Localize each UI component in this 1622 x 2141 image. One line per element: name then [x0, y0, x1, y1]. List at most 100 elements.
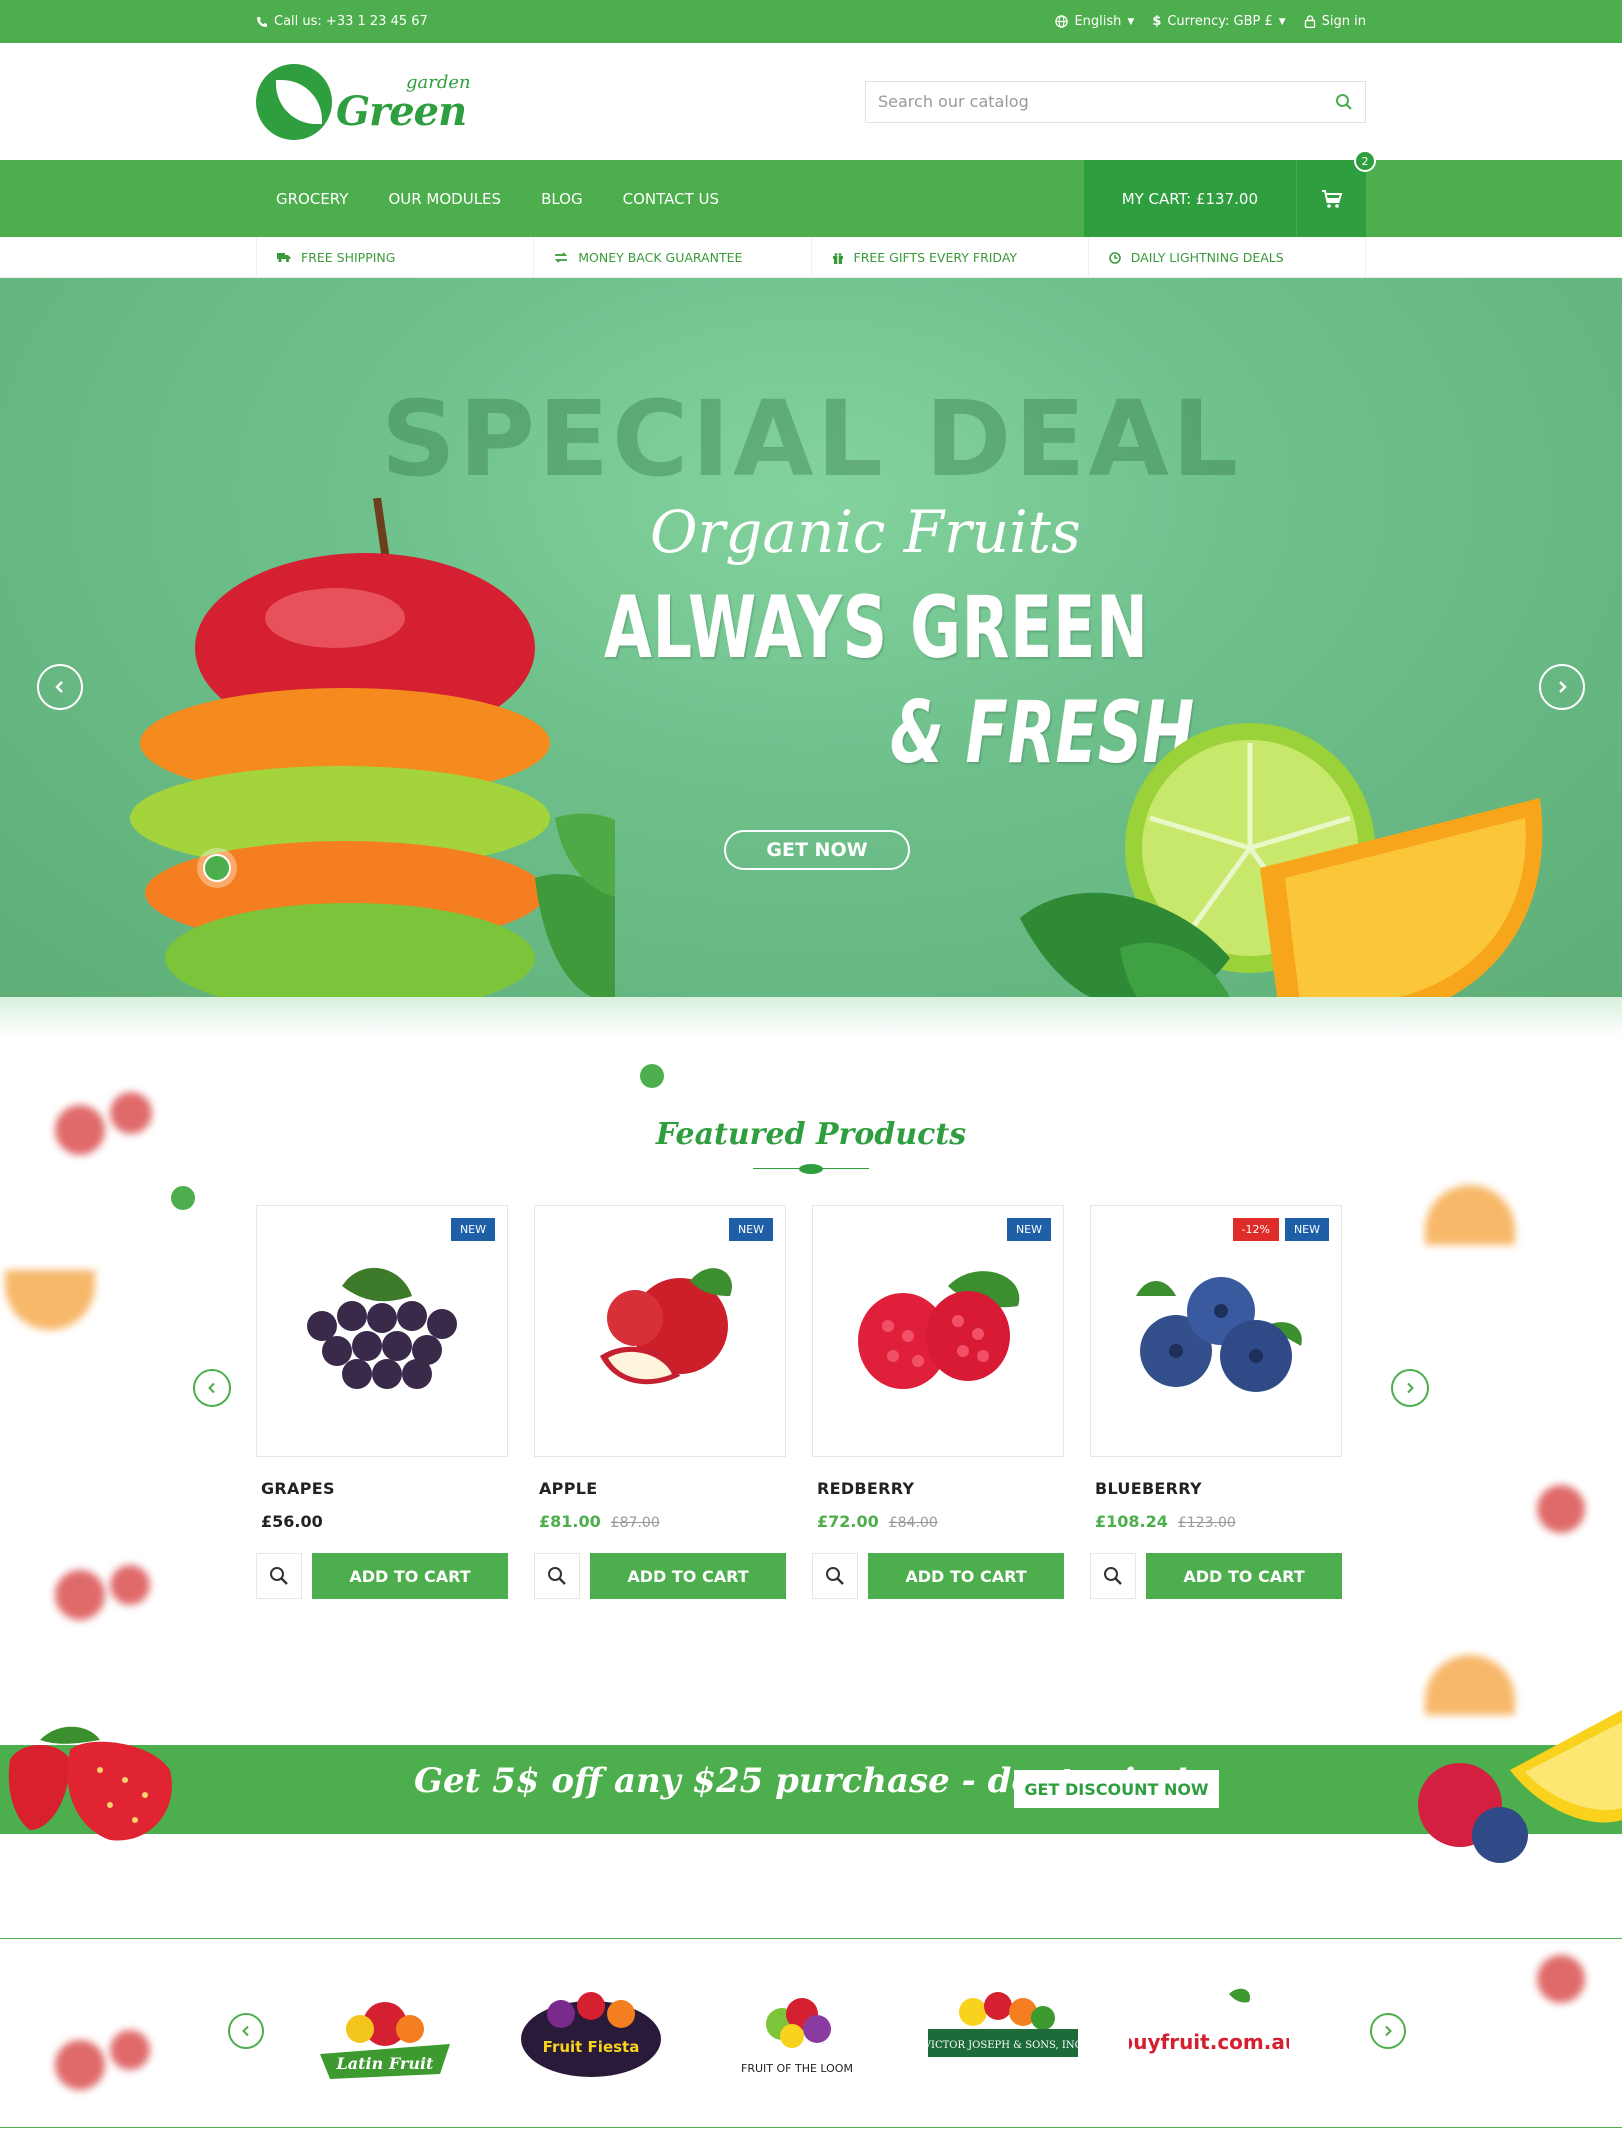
hero-bottom-fade: [0, 997, 1622, 1037]
chevron-right-icon: [1407, 1382, 1414, 1394]
brand-logo-victor-joseph[interactable]: VICTOR JOSEPH & SONS, INC: [923, 1979, 1083, 2089]
chevron-left-icon: [242, 2025, 249, 2037]
search-icon[interactable]: [1335, 93, 1353, 111]
brands-prev-button[interactable]: [228, 2013, 264, 2049]
product-price: £81.00: [539, 1512, 601, 1531]
hotspot-orange-icon[interactable]: [632, 1056, 672, 1096]
product-card: NEW REDBERRY £72.00 £84.00 ADD TO CART: [812, 1205, 1064, 1599]
raspberry-image: [858, 1271, 1020, 1389]
add-to-cart-button[interactable]: ADD TO CART: [590, 1553, 786, 1599]
products-next-button[interactable]: [1391, 1369, 1429, 1407]
product-actions: ADD TO CART: [256, 1553, 508, 1599]
hero-slider: SPECIAL DEAL Organic Fruits ALWAYS GREEN…: [0, 278, 1622, 1218]
product-list: NEW GRAPES £56.00 ADD TO CART NEW APPLE …: [256, 1205, 1342, 1599]
site-logo[interactable]: garden Green: [256, 62, 471, 142]
nav-item-our-modules[interactable]: OUR MODULES: [368, 190, 521, 208]
feature-daily-deals: DAILY LIGHTNING DEALS: [1089, 237, 1366, 278]
discount-badge: -12%: [1232, 1218, 1279, 1241]
new-badge: NEW: [450, 1218, 495, 1241]
cherry-decoration: [110, 1565, 150, 1605]
brand-logo-fruit-of-the-loom[interactable]: FRUIT OF THE LOOM: [717, 1979, 877, 2089]
product-actions: ADD TO CART: [534, 1553, 786, 1599]
products-prev-button[interactable]: [193, 1369, 231, 1407]
add-to-cart-button[interactable]: ADD TO CART: [1146, 1553, 1342, 1599]
currency-selector[interactable]: $ Currency: GBP £ ▼: [1152, 14, 1285, 29]
product-actions: ADD TO CART: [1090, 1553, 1342, 1599]
nav-item-grocery[interactable]: GROCERY: [256, 190, 368, 208]
hero-headline-1: ALWAYS GREEN: [604, 578, 1149, 678]
brand-logo-latin-fruit[interactable]: Latin Fruit: [305, 1979, 465, 2089]
grapes-image: [307, 1267, 457, 1389]
berries-lemon-image: [1418, 1710, 1622, 1863]
hotspot-lime-icon[interactable]: [163, 1178, 203, 1218]
brand-text: VICTOR JOSEPH & SONS, INC: [923, 2040, 1083, 2051]
product-image[interactable]: NEW: [812, 1205, 1064, 1457]
cart-total: MY CART: £137.00: [1121, 189, 1258, 208]
product-image[interactable]: NEW: [256, 1205, 508, 1457]
cart-button[interactable]: MY CART: £137.00 2: [1083, 150, 1376, 237]
product-name[interactable]: APPLE: [539, 1479, 786, 1498]
clock-icon: [1108, 251, 1121, 264]
product-badges: -12% NEW: [1232, 1218, 1329, 1241]
product-name[interactable]: REDBERRY: [817, 1479, 1064, 1498]
brand-text: Latin Fruit: [336, 2054, 435, 2073]
quick-view-button[interactable]: [534, 1553, 580, 1599]
brand-text: Fruit Fiesta: [543, 2038, 640, 2056]
site-header: garden Green Search our catalog: [0, 43, 1622, 160]
brand-logo-buyfruit[interactable]: buyfruit.com.au: [1129, 1979, 1289, 2089]
brand-text: FRUIT OF THE LOOM: [741, 2062, 853, 2075]
product-name[interactable]: BLUEBERRY: [1095, 1479, 1342, 1498]
cherry-decoration: [55, 1105, 105, 1155]
chevron-left-icon: [55, 681, 63, 693]
quick-view-button[interactable]: [1090, 1553, 1136, 1599]
quick-view-button[interactable]: [812, 1553, 858, 1599]
product-price-row: £72.00 £84.00: [817, 1512, 1064, 1531]
product-card: NEW APPLE £81.00 £87.00 ADD TO CART: [534, 1205, 786, 1599]
feature-label: FREE GIFTS EVERY FRIDAY: [853, 250, 1018, 265]
exchange-icon: [555, 252, 568, 263]
product-badges: NEW: [1006, 1218, 1051, 1241]
cherry-decoration: [55, 1570, 105, 1620]
hero-deal-text: SPECIAL DEAL: [380, 378, 1242, 500]
add-to-cart-button[interactable]: ADD TO CART: [868, 1553, 1064, 1599]
logo-wordmark: garden Green: [336, 66, 471, 136]
brands-next-button[interactable]: [1370, 2013, 1406, 2049]
hero-prev-button[interactable]: [37, 664, 83, 710]
phone-text: Call us: +33 1 23 45 67: [274, 14, 428, 29]
search-input[interactable]: Search our catalog: [865, 80, 1366, 123]
featured-products-title: Featured Products: [655, 1117, 967, 1152]
chevron-down-icon: ▼: [1127, 16, 1135, 27]
add-to-cart-button[interactable]: ADD TO CART: [312, 1553, 508, 1599]
phone-info[interactable]: Call us: +33 1 23 45 67: [256, 14, 428, 29]
get-now-button[interactable]: GET NOW: [724, 830, 910, 870]
stacked-fruit-image: [130, 498, 615, 1013]
promo-banner: Get 5$ off any $25 purchase - dont miss!…: [0, 1745, 1622, 1834]
quick-view-button[interactable]: [256, 1553, 302, 1599]
new-badge: NEW: [1284, 1218, 1329, 1241]
sign-in-link[interactable]: Sign in: [1304, 14, 1366, 29]
hotspot-apple-icon[interactable]: [197, 848, 237, 888]
nav-item-contact-us[interactable]: CONTACT US: [603, 190, 739, 208]
chevron-left-icon: [208, 1382, 215, 1394]
logo-leaf-icon: [256, 63, 332, 140]
feature-label: FREE SHIPPING: [301, 250, 396, 265]
new-badge: NEW: [728, 1218, 773, 1241]
brand-logo-fruit-fiesta[interactable]: Fruit Fiesta: [511, 1979, 671, 2089]
cart-count-badge: 2: [1354, 150, 1376, 172]
product-price: £72.00: [817, 1512, 879, 1531]
get-discount-button[interactable]: GET DISCOUNT NOW: [1014, 1770, 1219, 1808]
product-image[interactable]: -12% NEW: [1090, 1205, 1342, 1457]
hero-next-button[interactable]: [1539, 664, 1585, 710]
product-price: £108.24: [1095, 1512, 1168, 1531]
product-old-price: £87.00: [610, 1515, 660, 1531]
product-price-row: £108.24 £123.00: [1095, 1512, 1342, 1531]
nav-item-blog[interactable]: BLOG: [521, 190, 603, 208]
product-name[interactable]: GRAPES: [261, 1479, 508, 1498]
product-image[interactable]: NEW: [534, 1205, 786, 1457]
title-divider: [753, 1163, 869, 1175]
blueberry-image: [1136, 1277, 1302, 1392]
main-nav: GROCERY OUR MODULES BLOG CONTACT US MY C…: [0, 150, 1622, 237]
strawberry-image: [8, 1726, 172, 1841]
language-selector[interactable]: English ▼: [1055, 14, 1134, 29]
brands-carousel: Latin Fruit Fruit Fiesta FRUIT OF THE LO…: [0, 1938, 1622, 2128]
